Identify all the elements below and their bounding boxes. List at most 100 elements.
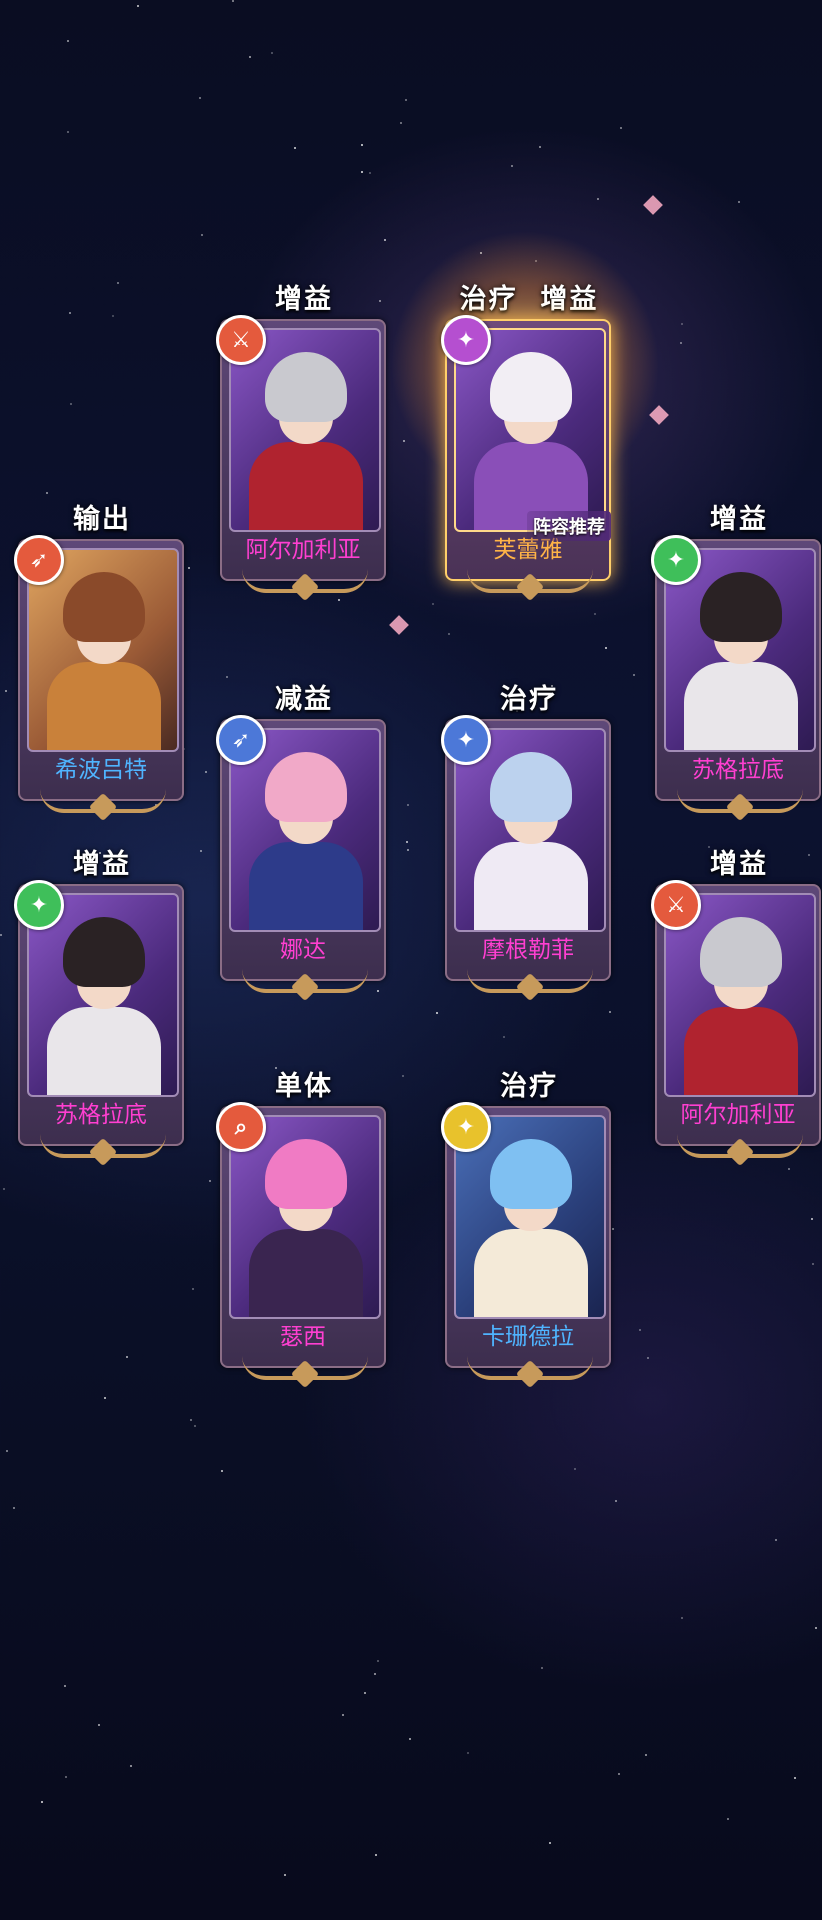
star	[232, 0, 234, 2]
hero-name: 苏格拉底	[55, 1102, 147, 1128]
hero-card[interactable]: 治疗 ✦ 卡珊德拉	[441, 1070, 613, 1380]
star	[137, 5, 139, 7]
star	[209, 1180, 211, 1182]
wings-icon: ✦	[651, 535, 701, 585]
star	[112, 315, 114, 317]
wings-icon: ✦	[441, 1102, 491, 1152]
star	[594, 613, 596, 615]
bow-icon: ➶	[216, 715, 266, 765]
role-label: 治疗 增益	[459, 284, 599, 315]
star	[69, 312, 71, 314]
star	[727, 1818, 729, 1820]
card-frame: ✦ 阵容推荐 芙蕾雅	[441, 315, 611, 593]
card-ornament	[40, 1134, 166, 1158]
star	[275, 1067, 277, 1069]
card-ornament	[677, 789, 803, 813]
role-label: 治疗	[500, 1071, 558, 1102]
card-frame: ⚔ 阿尔加利亚	[651, 880, 821, 1158]
star	[812, 1263, 814, 1265]
sparkle	[643, 195, 663, 215]
wings-icon: ✦	[441, 715, 491, 765]
star	[117, 282, 119, 284]
card-frame: ⚔ 阿尔加利亚	[216, 315, 386, 593]
hero-name: 阿尔加利亚	[680, 1102, 796, 1128]
star	[794, 1777, 796, 1779]
star	[775, 1539, 777, 1541]
card-ornament	[242, 969, 368, 993]
bow-icon: ➶	[14, 535, 64, 585]
star	[620, 127, 622, 129]
sparkle	[649, 405, 669, 425]
star	[5, 690, 7, 692]
star	[98, 1724, 100, 1726]
star	[221, 1470, 223, 1472]
star	[503, 1036, 505, 1038]
star	[364, 1692, 366, 1694]
card-ornament	[242, 569, 368, 593]
star	[104, 1397, 106, 1399]
card-ornament	[40, 789, 166, 813]
hero-card[interactable]: 增益 ⚔ 阿尔加利亚	[216, 283, 388, 593]
star	[407, 804, 409, 806]
star	[605, 647, 607, 649]
star	[549, 1842, 551, 1844]
star	[377, 1660, 379, 1662]
role-label: 治疗	[500, 684, 558, 715]
star	[194, 1425, 196, 1427]
card-frame: ✦ 摩根勒菲	[441, 715, 611, 993]
star	[294, 147, 296, 149]
wings-icon: ✦	[14, 880, 64, 930]
sword-icon: ⚔	[216, 315, 266, 365]
star	[130, 1765, 132, 1767]
recommend-tag: 阵容推荐	[527, 511, 611, 541]
star	[67, 131, 69, 133]
star	[0, 934, 2, 936]
star	[609, 1011, 611, 1013]
star	[377, 990, 379, 992]
star	[205, 771, 207, 773]
star	[409, 1738, 411, 1740]
star	[815, 1627, 817, 1629]
hero-card[interactable]: 减益 ➶ 娜达	[216, 683, 388, 993]
role-label: 增益	[275, 284, 333, 315]
hero-card[interactable]: 增益 ✦ 苏格拉底	[14, 848, 186, 1158]
hero-card-featured[interactable]: 治疗 增益 ✦ 阵容推荐 芙蕾雅	[441, 283, 613, 593]
hero-card[interactable]: 单体 ⌕ 瑟西	[216, 1070, 388, 1380]
star	[402, 1075, 404, 1077]
star	[190, 1419, 192, 1421]
star	[201, 234, 203, 236]
role-label: 输出	[73, 504, 131, 535]
star	[41, 1801, 43, 1803]
star	[199, 97, 201, 99]
star	[13, 1507, 15, 1509]
star	[436, 1012, 438, 1014]
star	[535, 260, 537, 262]
star	[681, 323, 683, 325]
hero-card[interactable]: 增益 ✦ 苏格拉底	[651, 503, 822, 813]
star	[541, 1667, 543, 1669]
card-ornament	[467, 1356, 593, 1380]
sword-icon: ⚔	[651, 880, 701, 930]
hero-name: 摩根勒菲	[482, 937, 574, 963]
star	[647, 1357, 649, 1359]
star	[200, 850, 202, 852]
star	[338, 599, 340, 601]
magnifier-icon: ⌕	[216, 1102, 266, 1152]
star	[374, 1673, 376, 1675]
role-label: 增益	[710, 504, 768, 535]
hero-card[interactable]: 输出 ➶ 希波吕特	[14, 503, 186, 813]
star	[192, 1288, 194, 1290]
star	[284, 1874, 286, 1876]
hero-card[interactable]: 增益 ⚔ 阿尔加利亚	[651, 848, 822, 1158]
star	[271, 52, 273, 54]
hero-name: 瑟西	[280, 1324, 326, 1350]
hero-card[interactable]: 治疗 ✦ 摩根勒菲	[441, 683, 613, 993]
star	[639, 1329, 641, 1331]
star	[384, 239, 386, 241]
star	[597, 198, 599, 200]
star	[574, 1468, 576, 1470]
star	[406, 841, 408, 843]
star	[432, 603, 434, 605]
sparkle	[389, 615, 409, 635]
star	[539, 146, 541, 148]
